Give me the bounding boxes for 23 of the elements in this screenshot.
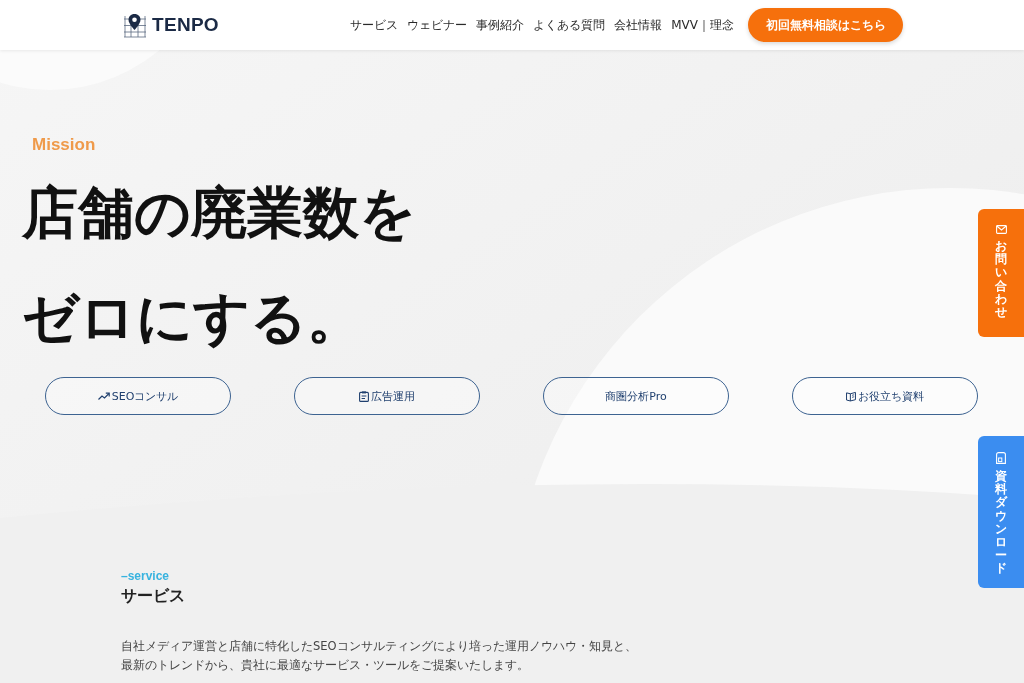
- nav-link[interactable]: MVV｜理念: [671, 16, 734, 34]
- logo-text[interactable]: TENPO: [152, 14, 219, 36]
- service-link-button[interactable]: 広告運用: [294, 377, 480, 415]
- section-title: サービス: [121, 586, 185, 606]
- section-eyebrow: –service: [121, 569, 170, 583]
- service-link-button[interactable]: SEOコンサル: [45, 377, 231, 415]
- nav-link[interactable]: 会社情報: [614, 16, 663, 34]
- hero-headline: ゼロにする。: [22, 284, 363, 352]
- nav-link[interactable]: よくある質問: [533, 16, 606, 34]
- clipboard-icon: [359, 390, 369, 402]
- section-description: 自社メディア運営と店舗に特化したSEOコンサルティングにより培った運用ノウハウ・知見と、 最新のトレンドから、貴社に最適なサービス・ツールをご提案いたします。: [121, 638, 637, 674]
- service-link-button[interactable]: 商圏分析Pro: [543, 377, 729, 415]
- pin-grid-logo-icon: [123, 12, 147, 38]
- service-link-button[interactable]: お役立ち資料: [792, 377, 978, 415]
- trend-arrow-icon: [97, 392, 110, 400]
- nav-link[interactable]: サービス: [350, 16, 399, 34]
- mission-label: Mission: [32, 135, 96, 155]
- nav-link[interactable]: 事例紹介: [476, 16, 525, 34]
- document-icon: [996, 452, 1006, 464]
- hero-headline: 店舗の廃業数を: [22, 179, 416, 247]
- nav-link[interactable]: ウェビナー: [407, 16, 468, 34]
- book-icon: [846, 390, 856, 402]
- envelope-icon: [995, 225, 1007, 234]
